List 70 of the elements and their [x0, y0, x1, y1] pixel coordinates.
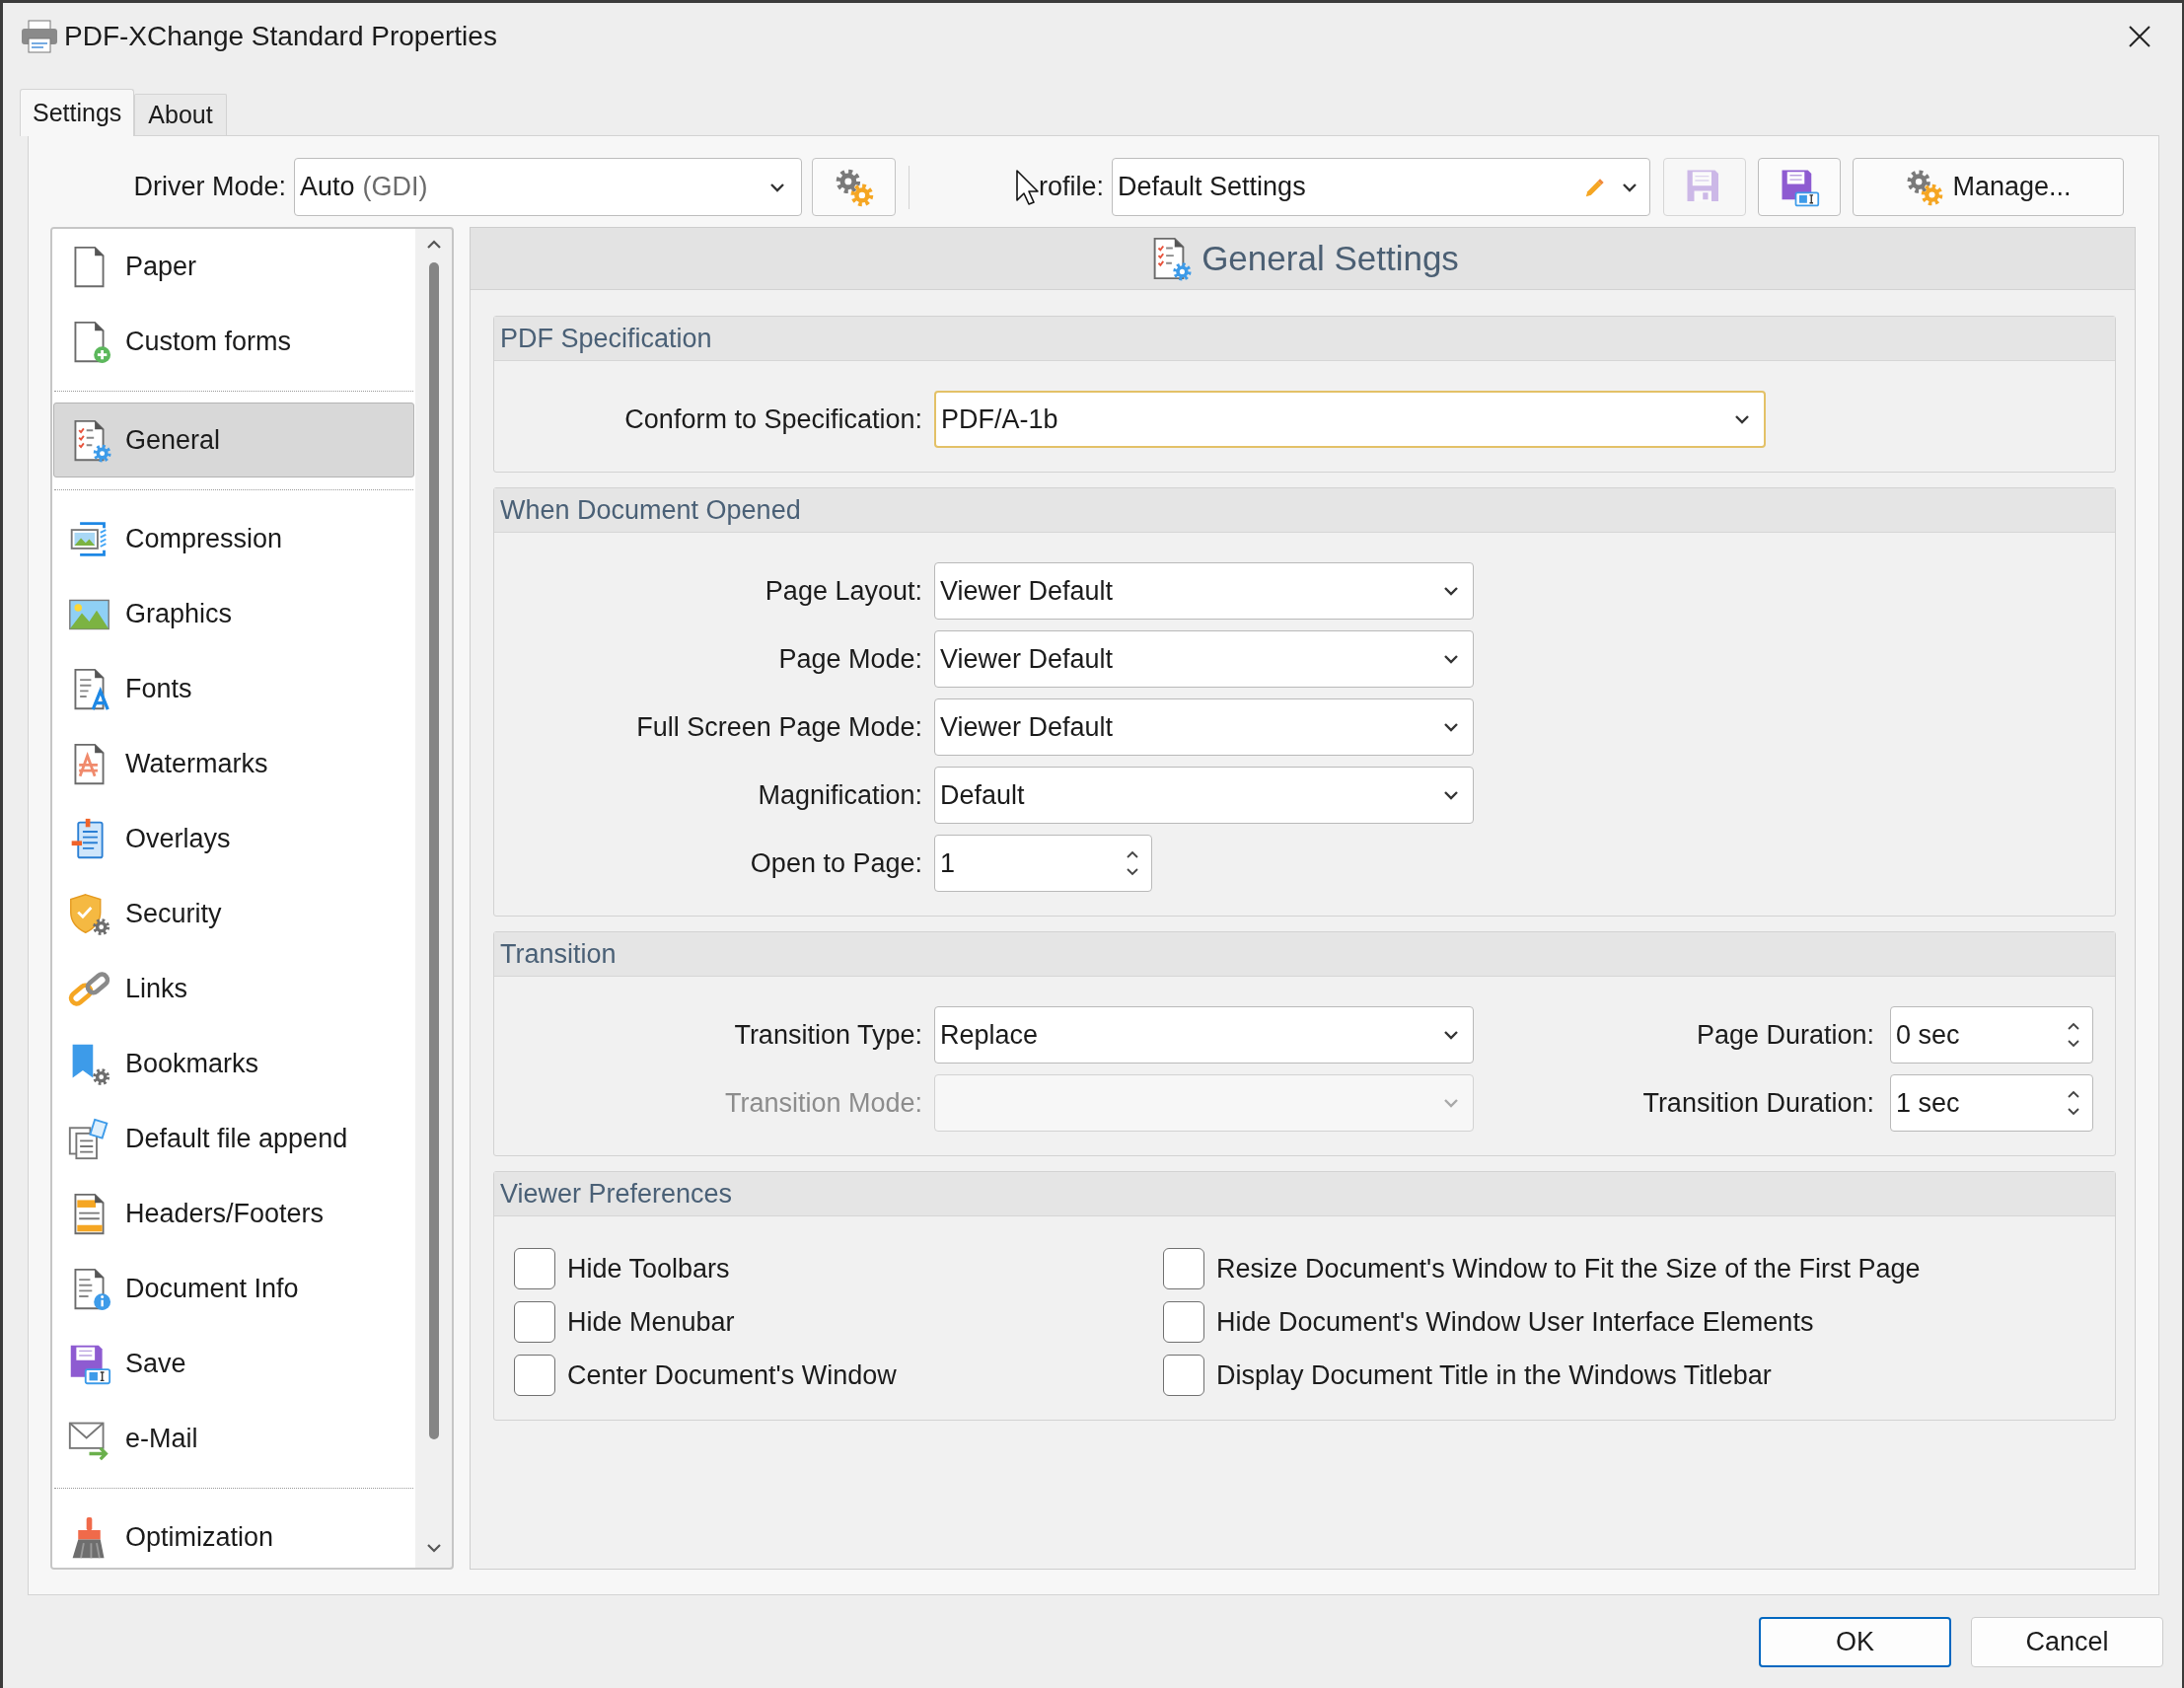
- mouse-pointer-icon: [1015, 168, 1039, 206]
- checkbox[interactable]: [514, 1355, 555, 1396]
- dropdown[interactable]: Viewer Default: [934, 630, 1474, 688]
- sidebar-item[interactable]: General: [53, 403, 414, 477]
- tab[interactable]: About: [134, 94, 227, 135]
- checkbox-label: Resize Document's Window to Fit the Size of the First Page: [1216, 1252, 1921, 1285]
- dropdown[interactable]: Default: [934, 767, 1474, 824]
- settings-button[interactable]: [812, 158, 896, 216]
- field-label: Transition Mode:: [724, 1086, 922, 1120]
- checkbox-label: Hide Document's Window User Interface Elements: [1216, 1305, 1814, 1339]
- sidebar-item[interactable]: Security: [53, 876, 414, 951]
- dropdown[interactable]: Replace: [934, 1006, 1474, 1064]
- save-as-button[interactable]: [1758, 158, 1842, 216]
- sidebar-item[interactable]: Default file append: [53, 1101, 414, 1176]
- field-label: Transition Duration:: [1642, 1086, 1874, 1120]
- profile-dropdown[interactable]: Default Settings: [1112, 158, 1651, 216]
- field-label: Transition Type:: [734, 1018, 922, 1052]
- panel-title: General Settings: [1201, 237, 1459, 279]
- tab[interactable]: Settings: [20, 89, 135, 136]
- manage-button[interactable]: Manage...: [1853, 158, 2125, 216]
- sidebar-item[interactable]: e-Mail: [53, 1401, 414, 1476]
- ok-button[interactable]: OK: [1759, 1617, 1951, 1667]
- group-title: Viewer Preferences: [500, 1177, 733, 1211]
- profile-label: rofile:: [1039, 171, 1105, 204]
- checkbox-label: Display Document Title in the Windows Titlebar: [1216, 1358, 1772, 1392]
- sidebar-item[interactable]: Bookmarks: [53, 1026, 414, 1101]
- sidebar-item[interactable]: Headers/Footers: [53, 1176, 414, 1251]
- checkbox[interactable]: [1163, 1355, 1204, 1396]
- checkbox[interactable]: [1163, 1248, 1204, 1289]
- sidebar-item[interactable]: Document Info: [53, 1251, 414, 1326]
- field-label: Full Screen Page Mode:: [636, 710, 922, 744]
- field-label: Page Layout:: [764, 574, 922, 608]
- window-title: PDF-XChange Standard Properties: [64, 20, 497, 53]
- checkbox[interactable]: [1163, 1301, 1204, 1343]
- group-title: Transition: [500, 937, 617, 971]
- sidebar-item[interactable]: Overlays: [53, 801, 414, 876]
- field-label: Page Duration:: [1696, 1018, 1874, 1052]
- sidebar-item[interactable]: Links: [53, 951, 414, 1026]
- sidebar-item[interactable]: Graphics: [53, 576, 414, 651]
- group-title: PDF Specification: [500, 322, 712, 355]
- dropdown[interactable]: Viewer Default: [934, 698, 1474, 756]
- printer-icon: [20, 19, 59, 54]
- shield-gear-icon: [67, 891, 111, 936]
- spin-field[interactable]: 1 sec: [1890, 1074, 2093, 1132]
- sidebar-item[interactable]: Compression: [53, 501, 414, 576]
- field-label: Page Mode:: [778, 642, 922, 676]
- checkbox-label: Hide Toolbars: [567, 1252, 730, 1285]
- driver-mode-dropdown[interactable]: Auto (GDI): [294, 158, 802, 216]
- checkbox[interactable]: [514, 1248, 555, 1289]
- sidebar-item[interactable]: Fonts: [53, 651, 414, 726]
- spin-field[interactable]: 0 sec: [1890, 1006, 2093, 1064]
- sidebar-item[interactable]: Watermarks: [53, 726, 414, 801]
- dropdown[interactable]: PDF/A-1b: [934, 391, 1766, 448]
- field-label: Open to Page:: [750, 846, 922, 880]
- sidebar-item[interactable]: Optimization: [53, 1500, 414, 1568]
- checkbox-label: Center Document's Window: [567, 1358, 897, 1392]
- sidebar-item[interactable]: Save: [53, 1326, 414, 1401]
- group-title: When Document Opened: [500, 493, 801, 527]
- sidebar-item[interactable]: Custom forms: [53, 304, 414, 379]
- spin-field[interactable]: 1: [934, 835, 1152, 892]
- field-label: Magnification:: [758, 778, 922, 812]
- checkbox-label: Hide Menubar: [567, 1305, 735, 1339]
- dropdown[interactable]: Viewer Default: [934, 562, 1474, 620]
- checkbox[interactable]: [514, 1301, 555, 1343]
- scrollbar-thumb[interactable]: [428, 262, 439, 1439]
- field-label: Conform to Specification:: [624, 403, 922, 436]
- driver-mode-label: Driver Mode:: [133, 171, 286, 204]
- sidebar-item[interactable]: Paper: [53, 229, 414, 304]
- close-icon[interactable]: [2129, 26, 2150, 47]
- cancel-button[interactable]: Cancel: [1971, 1617, 2163, 1667]
